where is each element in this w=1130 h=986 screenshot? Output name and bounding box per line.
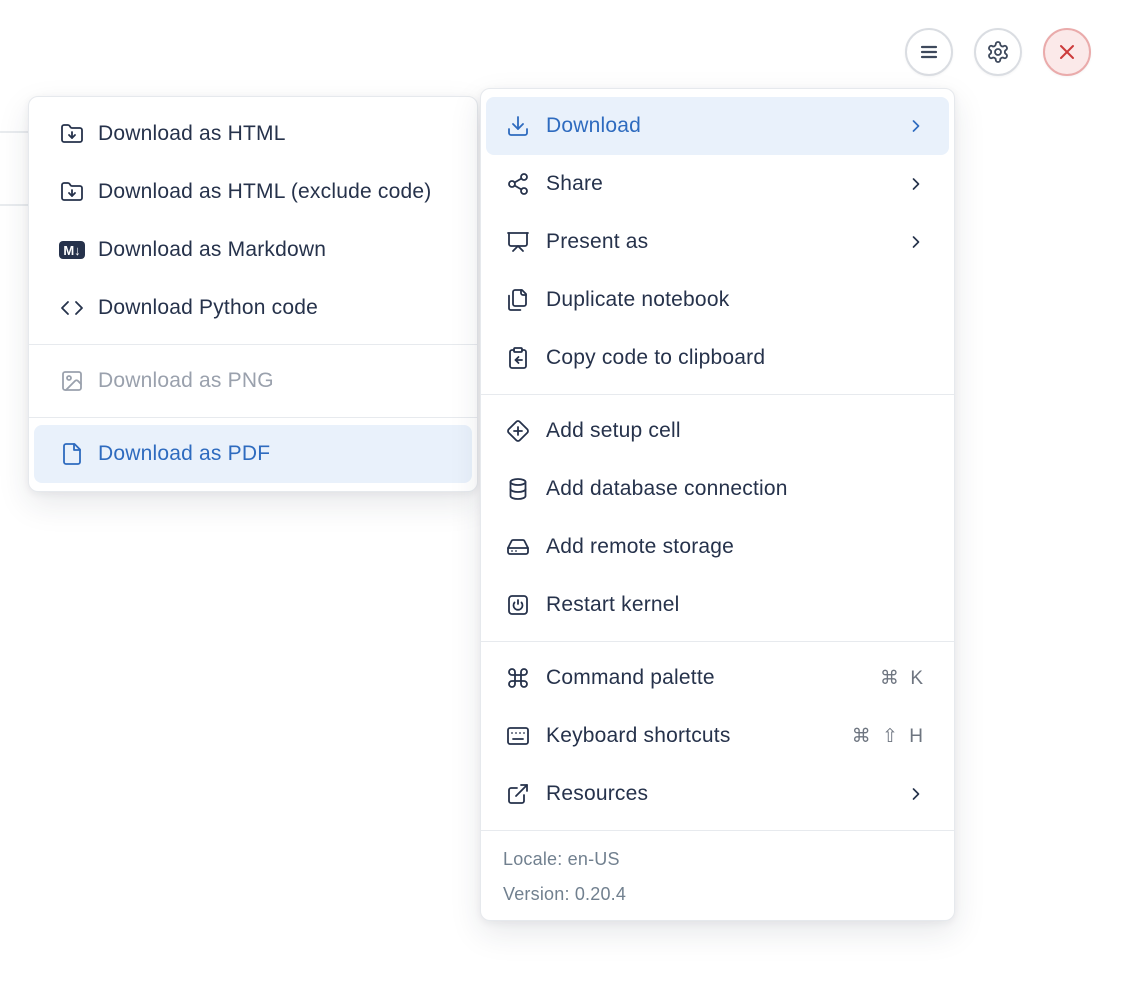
menu-item-label: Download as HTML (exclude code) bbox=[98, 180, 432, 203]
share-icon bbox=[505, 172, 531, 196]
menu-item-share[interactable]: Share bbox=[486, 155, 949, 213]
chevron-right-icon bbox=[906, 174, 926, 194]
menu-item-download-as-html[interactable]: Download as HTML bbox=[34, 105, 472, 163]
notebook-actions-menu: Download Share Present as Duplicate note… bbox=[480, 88, 955, 921]
settings-button[interactable] bbox=[974, 28, 1022, 76]
app-canvas: Download as HTML Download as HTML (exclu… bbox=[0, 0, 1130, 986]
keyboard-icon bbox=[505, 724, 531, 748]
menu-item-add-setup-cell[interactable]: Add setup cell bbox=[486, 402, 949, 460]
menu-item-label: Download bbox=[546, 114, 641, 137]
menu-item-resources[interactable]: Resources bbox=[486, 765, 949, 823]
presentation-icon bbox=[505, 230, 531, 254]
menu-item-download-as-markdown[interactable]: M↓ Download as Markdown bbox=[34, 221, 472, 279]
menu-separator bbox=[29, 417, 477, 418]
menu-item-label: Add remote storage bbox=[546, 535, 735, 558]
notebook-toolbar bbox=[905, 28, 1091, 76]
menu-item-present-as[interactable]: Present as bbox=[486, 213, 949, 271]
menu-footer: Locale: en-US Version: 0.20.4 bbox=[481, 838, 954, 912]
menu-item-download-python-code[interactable]: Download Python code bbox=[34, 279, 472, 337]
menu-separator bbox=[29, 344, 477, 345]
menu-item-download-as-html-exclude-code[interactable]: Download as HTML (exclude code) bbox=[34, 163, 472, 221]
download-submenu: Download as HTML Download as HTML (exclu… bbox=[28, 96, 478, 492]
menu-item-label: Duplicate notebook bbox=[546, 288, 730, 311]
menu-item-label: Keyboard shortcuts bbox=[546, 724, 731, 747]
menu-item-label: Add setup cell bbox=[546, 419, 681, 442]
menu-item-duplicate-notebook[interactable]: Duplicate notebook bbox=[486, 271, 949, 329]
menu-item-label: Download as PDF bbox=[98, 442, 271, 465]
diamond-plus-icon bbox=[505, 419, 531, 443]
menu-separator bbox=[481, 830, 954, 831]
duplicate-icon bbox=[505, 288, 531, 312]
menu-item-label: Restart kernel bbox=[546, 593, 680, 616]
code-icon bbox=[59, 296, 85, 320]
menu-item-keyboard-shortcuts[interactable]: Keyboard shortcuts ⌘ ⇧ H bbox=[486, 707, 949, 765]
menu-item-restart-kernel[interactable]: Restart kernel bbox=[486, 576, 949, 634]
menu-item-copy-code-to-clipboard[interactable]: Copy code to clipboard bbox=[486, 329, 949, 387]
menu-item-label: Download as Markdown bbox=[98, 238, 327, 261]
menu-item-add-remote-storage[interactable]: Add remote storage bbox=[486, 518, 949, 576]
page-divider bbox=[0, 204, 28, 206]
markdown-icon: M↓ bbox=[59, 238, 85, 262]
hamburger-icon bbox=[916, 40, 942, 64]
menu-item-label: Command palette bbox=[546, 666, 715, 689]
file-icon bbox=[59, 442, 85, 466]
menu-item-download[interactable]: Download bbox=[486, 97, 949, 155]
download-icon bbox=[505, 114, 531, 138]
page-divider bbox=[0, 131, 28, 133]
close-icon bbox=[1054, 40, 1080, 64]
menu-item-label: Present as bbox=[546, 230, 649, 253]
folder-down-icon bbox=[59, 122, 85, 146]
markdown-badge: M↓ bbox=[59, 241, 85, 259]
shutdown-button[interactable] bbox=[1043, 28, 1091, 76]
chevron-right-icon bbox=[906, 116, 926, 136]
external-link-icon bbox=[505, 782, 531, 806]
power-icon bbox=[505, 593, 531, 617]
version-text: Version: 0.20.4 bbox=[503, 884, 627, 904]
database-icon bbox=[505, 477, 531, 501]
menu-separator bbox=[481, 641, 954, 642]
menu-item-download-as-pdf[interactable]: Download as PDF bbox=[34, 425, 472, 483]
gear-icon bbox=[985, 40, 1011, 64]
menu-item-label: Resources bbox=[546, 782, 649, 805]
menu-item-label: Copy code to clipboard bbox=[546, 346, 766, 369]
locale-text: Locale: en-US bbox=[503, 849, 620, 869]
folder-down-icon bbox=[59, 180, 85, 204]
menu-item-label: Download as PNG bbox=[98, 369, 274, 392]
image-icon bbox=[59, 369, 85, 393]
menu-item-command-palette[interactable]: Command palette ⌘ K bbox=[486, 649, 949, 707]
menu-item-download-as-png: Download as PNG bbox=[34, 352, 472, 410]
clipboard-copy-icon bbox=[505, 346, 531, 370]
chevron-right-icon bbox=[906, 784, 926, 804]
shortcut-hint: ⌘ ⇧ H bbox=[851, 725, 926, 747]
menu-separator bbox=[481, 394, 954, 395]
shortcut-hint: ⌘ K bbox=[880, 667, 926, 689]
hard-drive-icon bbox=[505, 535, 531, 559]
menu-item-label: Download Python code bbox=[98, 296, 318, 319]
menu-button[interactable] bbox=[905, 28, 953, 76]
menu-item-add-database-connection[interactable]: Add database connection bbox=[486, 460, 949, 518]
chevron-right-icon bbox=[906, 232, 926, 252]
menu-item-label: Share bbox=[546, 172, 604, 195]
command-icon bbox=[505, 666, 531, 690]
menu-item-label: Add database connection bbox=[546, 477, 788, 500]
menu-item-label: Download as HTML bbox=[98, 122, 286, 145]
